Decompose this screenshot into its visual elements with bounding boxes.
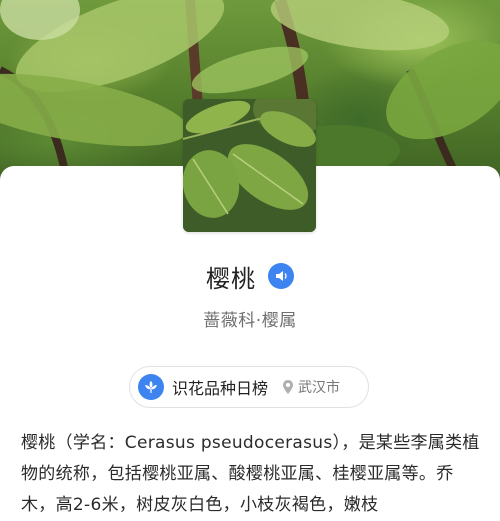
plant-thumbnail[interactable] [183, 99, 316, 232]
speaker-glyph [276, 271, 287, 281]
location-pin-icon [282, 379, 294, 395]
plant-family: 蔷薇科·樱属 [203, 311, 297, 331]
city-label: 武汉市 [298, 380, 341, 396]
speaker-icon[interactable] [268, 263, 294, 289]
flower-badge-icon [138, 374, 164, 400]
title-row: 樱桃 [0, 258, 500, 294]
flower-glyph [145, 381, 157, 393]
ranking-label: 识花品种日榜 [172, 379, 269, 398]
plant-description: 樱桃（学名：Cerasus pseudocerasus），是某些李属类植物的统称… [21, 433, 480, 515]
cherry-leaves-image [183, 99, 316, 232]
plant-name: 樱桃 [206, 264, 256, 293]
pin-glyph [283, 380, 294, 394]
ranking-pill[interactable]: 识花品种日榜 武汉市 [129, 366, 369, 408]
